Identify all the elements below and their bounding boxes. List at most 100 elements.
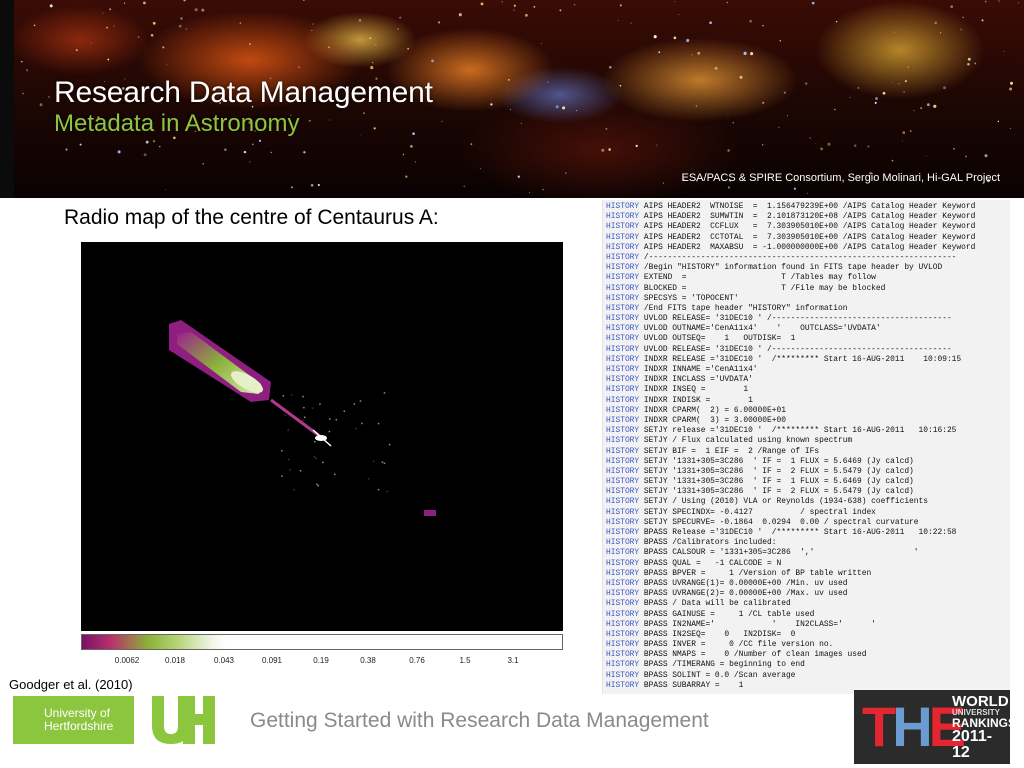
fits-line-text: INDXR INNAME ='CenA11x4' (643, 365, 758, 374)
fits-keyword: HISTORY (606, 273, 644, 283)
fits-line-text: SETJY '1331+305=3C286 ' IF = 2 FLUX = 5.… (643, 487, 914, 497)
fits-line-text: UVLOD OUTNAME='CenA11x4' ' OUTCLASS='UVD… (643, 324, 881, 334)
fits-line-text: SETJY '1331+305=3C286 ' IF = 1 FLUX = 5.… (643, 456, 914, 466)
fits-keyword: HISTORY (606, 589, 644, 599)
header-banner: Research Data Management Metadata in Ast… (0, 0, 1024, 198)
fits-line-text: BPASS / Data will be calibrated (643, 599, 791, 609)
fits-line-text: INDXR INCLASS ='UVDATA' (643, 375, 753, 385)
fits-header-line: HISTORY INDXR CPARM( 2) = 6.00000E+01 (603, 406, 1010, 416)
fits-line-text: /---------------------------------------… (643, 252, 957, 262)
fits-line-text: SETJY '1331+305=3C286 ' IF = 2 FLUX = 5.… (643, 466, 914, 476)
fits-header-line: HISTORY EXTEND = T /Tables may follow (603, 273, 1010, 283)
fits-header-line: HISTORY AIPS HEADER2 CCFLUX = 7.30390501… (603, 222, 1010, 232)
fits-header-line: HISTORY SETJY BIF = 1 EIF = 2 /Range of … (603, 447, 1010, 457)
fits-header-line: HISTORY BPASS GAINUSE = 1 /CL table used (603, 610, 1010, 620)
fits-keyword: HISTORY (606, 314, 644, 324)
fits-header-line: HISTORY BPASS CALSOUR = '1331+305=3C286 … (603, 548, 1010, 558)
fits-keyword: HISTORY (606, 202, 644, 211)
fits-keyword: HISTORY (606, 609, 644, 619)
fits-header-line: HISTORY SETJY '1331+305=3C286 ' IF = 1 F… (603, 457, 1010, 467)
fits-line-text: BPASS SUBARRAY = 1 (643, 680, 744, 690)
fits-line-text: INDXR CPARM( 2) = 6.00000E+01 (643, 405, 786, 415)
fits-header-line: HISTORY AIPS HEADER2 SUMWTIN = 2.1018731… (603, 212, 1010, 222)
fits-line-text: BPASS CALSOUR = '1331+305=3C286 ',' ' (643, 548, 919, 558)
fits-line-text: BPASS QUAL = -1 CALCODE = N (643, 558, 782, 568)
fits-line-text: SETJY release ='31DEC10 ' /********* Sta… (643, 426, 957, 436)
fits-header-line: HISTORY BPASS SOLINT = 0.0 /Scan average (603, 671, 1010, 681)
fits-header-line: HISTORY /-------------------------------… (603, 253, 1010, 263)
fits-header-line: HISTORY SPECSYS = 'TOPOCENT' (603, 294, 1010, 304)
colorbar-tick: 0.018 (164, 656, 186, 665)
university-logo: University of Hertfordshire UH (13, 696, 218, 744)
fits-keyword: HISTORY (606, 263, 644, 273)
fits-header-line: HISTORY SETJY SPECURVE= -0.1864 0.0294 0… (603, 518, 1010, 528)
fits-header-line: HISTORY BPASS /TIMERANG = beginning to e… (603, 660, 1010, 670)
counter-jet-spot (424, 510, 436, 516)
jet-stream (270, 398, 322, 439)
fits-keyword: HISTORY (606, 466, 644, 476)
fits-keyword: HISTORY (606, 528, 644, 537)
fits-line-text: /End FITS tape header "HISTORY" informat… (643, 303, 848, 313)
fits-line-text: /Begin "HISTORY" information found in FI… (643, 263, 943, 273)
fits-header-line: HISTORY SETJY '1331+305=3C286 ' IF = 2 F… (603, 487, 1010, 497)
fits-header-line: HISTORY UVLOD OUTNAME='CenA11x4' ' OUTCL… (603, 324, 1010, 334)
fits-line-text: BPASS /Calibrators included: (643, 538, 777, 548)
fits-keyword: HISTORY (606, 293, 644, 303)
fits-line-text: UVLOD OUTSEQ= 1 OUTDISK= 1 (643, 334, 796, 344)
fits-line-text: UVLOD RELEASE= '31DEC10 ' /-------------… (643, 344, 952, 354)
footer-title: Getting Started with Research Data Manag… (250, 709, 709, 732)
fits-header-line: HISTORY SETJY '1331+305=3C286 ' IF = 2 F… (603, 467, 1010, 477)
radio-map-image (81, 242, 563, 631)
fits-keyword: HISTORY (606, 456, 644, 466)
fits-line-text: BPASS IN2SEQ= 0 IN2DISK= 0 (643, 629, 796, 639)
rankings-text: WORLD UNIVERSITY RANKINGS 2011-12 (952, 693, 1010, 761)
fits-header-line: HISTORY SETJY SPECINDX= -0.4127 / spectr… (603, 508, 1010, 518)
colorbar-tick: 3.1 (507, 656, 519, 665)
fits-line-text: AIPS HEADER2 CCTOTAL = 7.303905010E+00 /… (643, 232, 976, 242)
fits-header-line: HISTORY INDXR INNAME ='CenA11x4' (603, 365, 1010, 375)
fits-header-line: HISTORY INDXR INSEQ = 1 (603, 385, 1010, 395)
fits-header-line: HISTORY /End FITS tape header "HISTORY" … (603, 304, 1010, 314)
colorbar-tick: 0.76 (409, 656, 425, 665)
fits-keyword: HISTORY (606, 395, 644, 405)
figure-caption: Radio map of the centre of Centaurus A: (64, 206, 439, 229)
fits-line-text: SETJY BIF = 1 EIF = 2 /Range of IFs (643, 446, 820, 456)
fits-line-text: AIPS HEADER2 CCFLUX = 7.303905010E+00 /A… (643, 222, 976, 232)
fits-line-text: BPASS SOLINT = 0.0 /Scan average (643, 670, 796, 680)
fits-line-text: BPASS Release ='31DEC10 ' /********* Sta… (643, 528, 957, 537)
colorbar-tick: 0.043 (213, 656, 235, 665)
fits-line-text: AIPS HEADER2 SUMWTIN = 2.101873120E+08 /… (643, 212, 976, 222)
rankings-line1: WORLD (952, 693, 1009, 710)
fits-line-text: BPASS UVRANGE(1)= 0.00000E+00 /Min. uv u… (643, 578, 848, 588)
fits-keyword: HISTORY (606, 375, 644, 385)
colorbar-tick-labels: 0.0062 0.018 0.043 0.091 0.19 0.38 0.76 … (81, 656, 563, 670)
fits-keyword: HISTORY (606, 517, 644, 527)
fits-line-text: INDXR CPARM( 3) = 3.00000E+00 (643, 415, 786, 425)
fits-header-line: HISTORY AIPS HEADER2 CCTOTAL = 7.3039050… (603, 233, 1010, 243)
fits-keyword: HISTORY (606, 222, 644, 232)
fits-keyword: HISTORY (606, 405, 644, 415)
fits-keyword: HISTORY (606, 252, 644, 262)
university-name-line2: Hertfordshire (44, 719, 114, 733)
slide-title: Research Data Management (54, 76, 433, 109)
fits-header-line: HISTORY INDXR INDISK = 1 (603, 396, 1010, 406)
fits-keyword: HISTORY (606, 365, 644, 374)
intensity-colorbar (81, 634, 563, 650)
the-letters: THE (862, 695, 966, 758)
fits-keyword: HISTORY (606, 232, 644, 242)
image-credit: ESA/PACS & SPIRE Consortium, Sergio Moli… (681, 172, 1001, 184)
fits-keyword: HISTORY (606, 385, 644, 395)
fits-line-text: BPASS BPVER = 1 /Version of BP table wri… (643, 568, 872, 578)
fits-line-text: INDXR INDISK = 1 (643, 395, 753, 405)
fits-header-line: HISTORY SETJY / Flux calculated using kn… (603, 436, 1010, 446)
fits-line-text: AIPS HEADER2 WTNOISE = 1.156479239E+00 /… (643, 202, 976, 211)
fits-header-line: HISTORY UVLOD RELEASE= '31DEC10 ' /-----… (603, 314, 1010, 324)
fits-header-line: HISTORY AIPS HEADER2 WTNOISE = 1.1564792… (603, 202, 1010, 212)
fits-header-line: HISTORY BPASS IN2NAME=' ' IN2CLASS=' ' (603, 620, 1010, 630)
fits-keyword: HISTORY (606, 487, 644, 497)
fits-keyword: HISTORY (606, 538, 644, 548)
fits-header-line: HISTORY BPASS UVRANGE(2)= 0.00000E+00 /M… (603, 589, 1010, 599)
fits-keyword: HISTORY (606, 283, 644, 293)
fits-line-text: AIPS HEADER2 MAXABSU = -1.000000000E+00 … (643, 242, 976, 252)
figure-citation: Goodger et al. (2010) (9, 677, 133, 692)
